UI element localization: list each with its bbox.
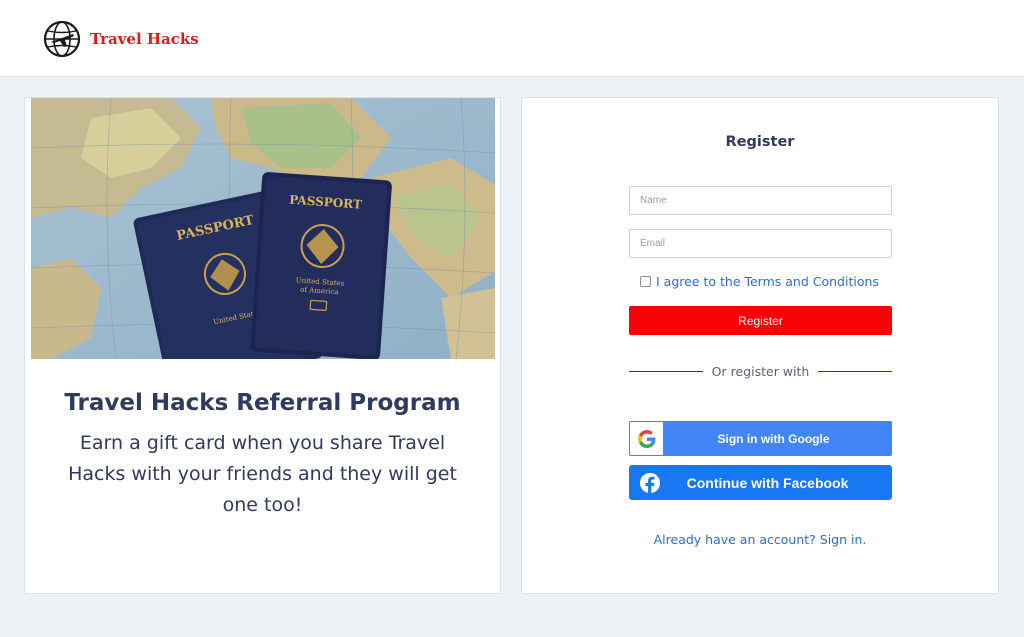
google-button-label: Sign in with Google <box>717 431 830 446</box>
brand-name: Travel Hacks <box>90 30 199 48</box>
referral-card: PASSPORT United States PASSPORT United S… <box>24 97 501 594</box>
divider-line-right <box>818 371 892 372</box>
divider-text: Or register with <box>711 364 810 379</box>
google-signin-button[interactable]: Sign in with Google <box>629 421 892 456</box>
top-navbar: Travel Hacks <box>0 0 1024 77</box>
facebook-button-label: Continue with Facebook <box>686 474 849 491</box>
globe-airplane-icon <box>43 20 81 58</box>
or-divider: Or register with <box>629 364 892 379</box>
terms-agreement: I agree to the Terms and Conditions <box>640 274 879 289</box>
terms-checkbox[interactable] <box>640 276 651 287</box>
register-title: Register <box>725 134 795 150</box>
promo-title: Travel Hacks Referral Program <box>64 390 461 416</box>
signin-link[interactable]: Already have an account? Sign in. <box>522 532 998 547</box>
facebook-continue-button[interactable]: Continue with Facebook <box>629 465 892 500</box>
email-input[interactable] <box>629 229 892 258</box>
terms-link[interactable]: I agree to the Terms and Conditions <box>656 274 879 289</box>
name-input[interactable] <box>629 186 892 215</box>
divider-line-left <box>629 371 703 372</box>
facebook-icon <box>639 472 661 494</box>
register-button[interactable]: Register <box>629 306 892 335</box>
passports-on-map-image: PASSPORT United States PASSPORT United S… <box>31 98 495 359</box>
google-icon-badge <box>630 422 663 455</box>
hero-illustration: PASSPORT United States PASSPORT United S… <box>31 98 495 359</box>
register-card: Register I agree to the Terms and Condit… <box>521 97 999 594</box>
google-icon <box>637 429 655 448</box>
promo-description: Earn a gift card when you share Travel H… <box>68 432 457 516</box>
brand-logo[interactable]: Travel Hacks <box>43 20 199 58</box>
